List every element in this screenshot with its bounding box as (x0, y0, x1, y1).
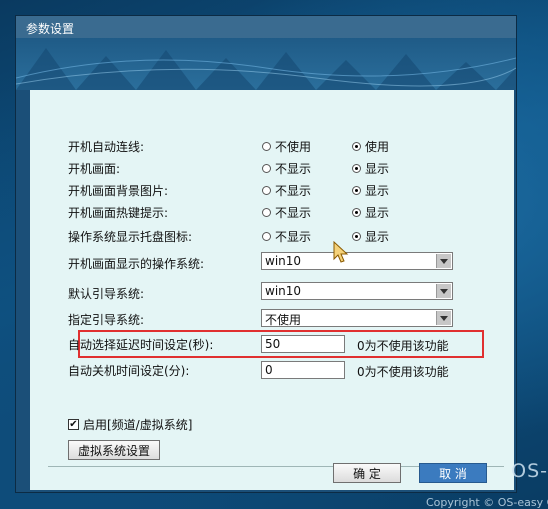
copyright-text: Copyright © OS-easy C (426, 496, 548, 509)
checkmark-icon: ✔ (68, 418, 79, 430)
boot-screen-show-radio[interactable]: 显示 (352, 160, 389, 177)
tray-icon-show-radio[interactable]: 显示 (352, 228, 389, 245)
boot-bg-hide-radio[interactable]: 不显示 (262, 182, 311, 199)
radio-icon (262, 142, 271, 151)
tray-icon-label: 操作系统显示托盘图标: (68, 230, 193, 244)
auto-connect-on-radio[interactable]: 使用 (352, 138, 389, 155)
auto-select-delay-label: 自动选择延迟时间设定(秒): (68, 338, 214, 352)
boot-hotkey-show-radio[interactable]: 显示 (352, 204, 389, 221)
title-bar[interactable]: 参数设置 (16, 16, 516, 38)
radio-selected-icon (352, 164, 361, 173)
assigned-boot-label: 指定引导系统: (68, 313, 145, 327)
mouse-cursor-icon (333, 241, 349, 263)
boot-screen-hide-radio[interactable]: 不显示 (262, 160, 311, 177)
boot-hotkey-label: 开机画面热键提示: (68, 206, 169, 220)
assigned-boot-select[interactable]: 不使用 (261, 309, 453, 327)
boot-bg-show-radio[interactable]: 显示 (352, 182, 389, 199)
radio-icon (262, 186, 271, 195)
tray-icon-hide-radio[interactable]: 不显示 (262, 228, 311, 245)
radio-selected-icon (352, 208, 361, 217)
boot-os-label: 开机画面显示的操作系统: (68, 257, 205, 271)
auto-select-delay-input[interactable] (261, 335, 345, 353)
auto-shutdown-hint: 0为不使用该功能 (357, 365, 449, 379)
auto-select-delay-hint: 0为不使用该功能 (357, 339, 449, 353)
enable-channel-checkbox[interactable]: ✔ 启用[频道/虚拟系统] (68, 416, 192, 433)
default-boot-select[interactable]: win10 (261, 282, 453, 300)
default-boot-label: 默认引导系统: (68, 287, 145, 301)
radio-icon (262, 232, 271, 241)
brand-watermark: OS- (511, 460, 548, 482)
boot-screen-label: 开机画面: (68, 162, 121, 176)
boot-os-select[interactable]: win10 (261, 252, 453, 270)
header-banner (16, 38, 516, 90)
dropdown-arrow-icon[interactable] (436, 284, 451, 298)
auto-shutdown-input[interactable] (261, 361, 345, 379)
radio-icon (262, 208, 271, 217)
auto-shutdown-label: 自动关机时间设定(分): (68, 364, 190, 378)
boot-hotkey-hide-radio[interactable]: 不显示 (262, 204, 311, 221)
auto-connect-label: 开机自动连线: (68, 140, 145, 154)
boot-bg-label: 开机画面背景图片: (68, 184, 169, 198)
cancel-button[interactable]: 取 消 (419, 463, 487, 483)
window-title: 参数设置 (26, 22, 75, 36)
ok-button[interactable]: 确 定 (333, 463, 401, 483)
settings-dialog: 参数设置 开机自动连线: 不使用 使用 开机画面: 不显示 显示 开机画面背景图… (16, 16, 516, 492)
radio-selected-icon (352, 142, 361, 151)
virtual-system-settings-button[interactable]: 虚拟系统设置 (68, 440, 160, 460)
radio-icon (262, 164, 271, 173)
settings-panel: 开机自动连线: 不使用 使用 开机画面: 不显示 显示 开机画面背景图片: 不显… (30, 90, 514, 490)
auto-connect-off-radio[interactable]: 不使用 (262, 138, 311, 155)
dropdown-arrow-icon[interactable] (436, 254, 451, 268)
radio-selected-icon (352, 232, 361, 241)
dropdown-arrow-icon[interactable] (436, 311, 451, 325)
banner-graphic (16, 48, 516, 90)
radio-selected-icon (352, 186, 361, 195)
